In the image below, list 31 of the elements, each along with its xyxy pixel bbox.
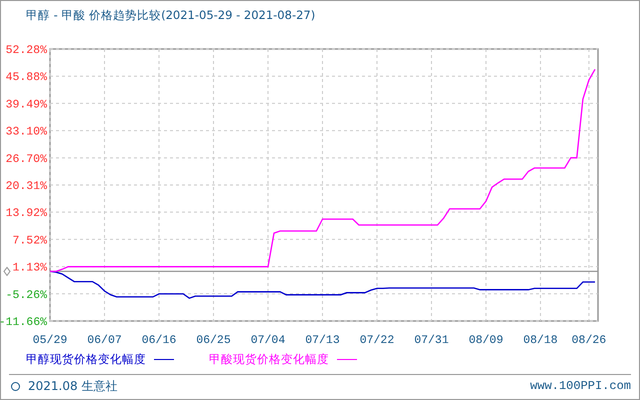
chart-title: 甲醇 - 甲酸 价格趋势比较(2021-05-29 - 2021-08-27): [25, 7, 316, 24]
y-axis-label: 45.88%: [6, 71, 47, 84]
x-axis-label: 06/25: [196, 334, 231, 347]
legend-line: [154, 358, 174, 360]
y-axis-label: 26.70%: [6, 152, 47, 166]
x-axis-label: 08/09: [468, 334, 504, 347]
y-axis-label: 33.10%: [6, 126, 47, 139]
y-axis-label: -5.26%: [6, 288, 47, 302]
y-axis-label: 52.28%: [6, 44, 47, 57]
x-axis-label: 07/04: [250, 334, 286, 347]
x-axis-label: 07/22: [360, 334, 394, 347]
copyright-text: 2021.08 生意社: [28, 378, 118, 394]
x-axis-label: 06/16: [142, 334, 176, 347]
y-axis-label: 13.92%: [6, 207, 47, 220]
y-axis-label: 1.13%: [12, 262, 47, 275]
x-axis-label: 06/07: [87, 334, 122, 347]
x-axis-label: 07/13: [305, 334, 340, 347]
y-axis-label: -11.66%: [0, 316, 47, 329]
legend-label: 甲酸现货价格变化幅度: [209, 352, 329, 366]
marker-icon: [3, 266, 11, 276]
legend-label: 甲醇现货价格变化幅度: [26, 352, 146, 366]
y-axis-label: 7.52%: [12, 234, 47, 248]
legend-line: [337, 358, 357, 360]
x-axis-label: 07/31: [414, 334, 449, 347]
website-link[interactable]: www.100PPI.com: [530, 379, 631, 393]
x-axis-label: 08/26: [572, 334, 606, 347]
y-axis-label: 39.49%: [6, 98, 47, 112]
x-axis-label: 05/29: [32, 334, 68, 347]
copyright-icon: [11, 382, 20, 390]
x-axis-label: 08/18: [523, 334, 558, 347]
y-axis-label: 20.31%: [6, 180, 47, 193]
